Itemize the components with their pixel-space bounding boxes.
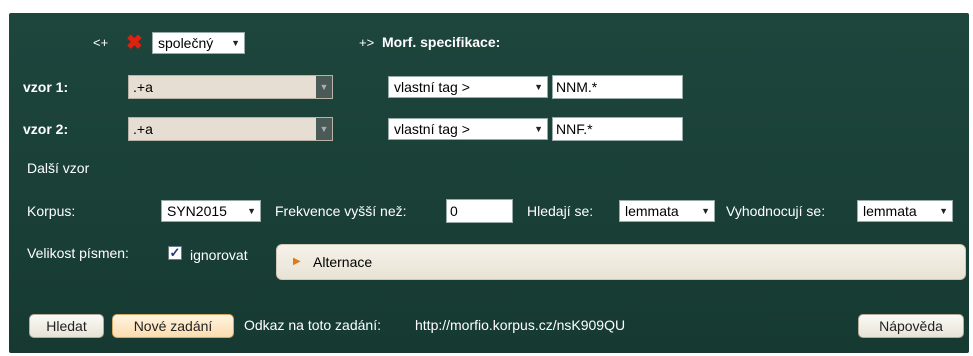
search-type-label: Hledají se:	[527, 203, 594, 219]
add-pattern-link[interactable]: Další vzor	[27, 160, 89, 176]
frequency-label: Frekvence vyšší než:	[275, 203, 407, 219]
eval-type-value: lemmata	[863, 203, 917, 219]
pattern1-input[interactable]: .+a ▼	[128, 75, 333, 99]
eval-type-select[interactable]: lemmata ▼	[857, 200, 953, 222]
pattern1-tag-field[interactable]: NNM.*	[552, 75, 683, 99]
pattern2-value: .+a	[133, 121, 153, 137]
pattern2-tag-select-value: vlastní tag >	[394, 121, 470, 137]
query-panel: <+ ✖ společný ▼ +> Morf. specifikace: vz…	[9, 13, 969, 353]
corpus-select-value: SYN2015	[167, 203, 227, 219]
chevron-down-icon[interactable]: ▼	[316, 76, 332, 98]
pattern1-tag-select[interactable]: vlastní tag > ▼	[388, 76, 548, 98]
pattern1-label: vzor 1:	[23, 79, 69, 95]
chevron-down-icon[interactable]: ▼	[316, 118, 332, 140]
corpus-select[interactable]: SYN2015 ▼	[161, 200, 261, 222]
corpus-label: Korpus:	[27, 203, 76, 219]
pattern1-value: .+a	[133, 79, 153, 95]
alternace-label: Alternace	[313, 254, 373, 270]
type-select[interactable]: společný ▼	[152, 32, 245, 54]
chevron-down-icon: ▼	[534, 82, 543, 92]
eval-type-label: Vyhodnocují se:	[726, 203, 826, 219]
pattern2-label: vzor 2:	[23, 121, 69, 137]
search-button[interactable]: Hledat	[29, 314, 104, 338]
help-button[interactable]: Nápověda	[858, 314, 964, 338]
pattern2-tag-select[interactable]: vlastní tag > ▼	[388, 118, 548, 140]
chevron-down-icon: ▼	[247, 206, 256, 216]
chevron-down-icon: ▼	[534, 124, 543, 134]
query-link[interactable]: http://morfio.korpus.cz/nsK909QU	[415, 317, 625, 333]
pattern1-tag-select-value: vlastní tag >	[394, 79, 470, 95]
remove-icon[interactable]: ✖	[126, 30, 143, 55]
frequency-field[interactable]: 0	[446, 199, 513, 223]
caret-right-icon: ▶	[293, 256, 301, 267]
chevron-down-icon: ▼	[701, 206, 710, 216]
link-label: Odkaz na toto zadání:	[244, 317, 381, 333]
prev-pattern-link[interactable]: <+	[93, 35, 108, 50]
morf-heading: Morf. specifikace:	[382, 34, 501, 50]
alternace-section[interactable]: ▶ Alternace	[276, 244, 966, 280]
chevron-down-icon: ▼	[939, 206, 948, 216]
case-label: Velikost písmen:	[27, 245, 129, 261]
ignore-case-checkbox[interactable]: ✓	[168, 246, 182, 260]
pattern2-input[interactable]: .+a ▼	[128, 117, 333, 141]
search-type-select[interactable]: lemmata ▼	[619, 200, 715, 222]
new-query-button[interactable]: Nové zadání	[112, 314, 234, 338]
chevron-down-icon: ▼	[231, 38, 240, 48]
pattern2-tag-field[interactable]: NNF.*	[552, 117, 683, 141]
ignore-case-label: ignorovat	[190, 247, 248, 263]
next-pattern-link[interactable]: +>	[359, 35, 374, 50]
search-type-value: lemmata	[625, 203, 679, 219]
type-select-value: společný	[158, 35, 214, 51]
